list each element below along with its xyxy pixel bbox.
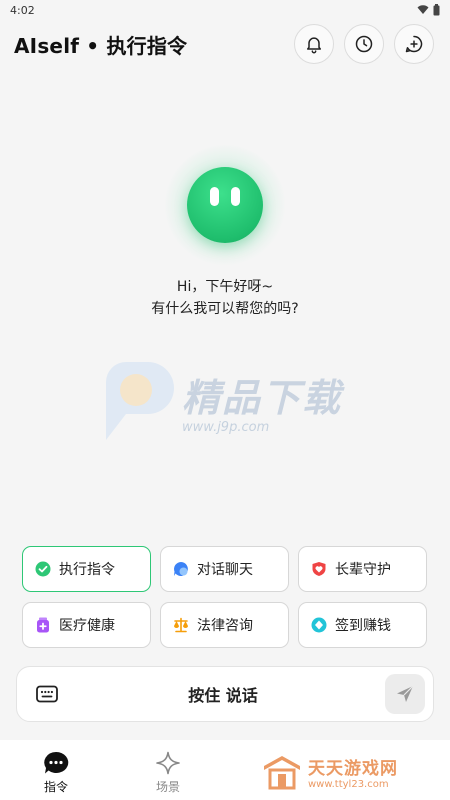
- diamond-icon: [311, 617, 327, 633]
- assistant-avatar[interactable]: [187, 167, 263, 243]
- avatar-left-eye: [210, 187, 219, 206]
- send-icon: [396, 685, 414, 702]
- keyboard-toggle-button[interactable]: [33, 680, 61, 708]
- chip-execute-command[interactable]: 执行指令: [22, 546, 151, 592]
- watermark-url: www.j9p.com: [182, 420, 270, 435]
- status-bar: 4:02: [0, 0, 450, 20]
- corner-watermark-logo-icon: [264, 756, 300, 790]
- chip-elder-care[interactable]: 长辈守护: [298, 546, 427, 592]
- corner-watermark-url: www.ttyl23.com: [308, 779, 389, 790]
- chip-label: 医疗健康: [59, 618, 115, 634]
- chip-chat[interactable]: 对话聊天: [160, 546, 289, 592]
- chip-legal-consult[interactable]: 法律咨询: [160, 602, 289, 648]
- chip-checkin-earn[interactable]: 签到赚钱: [298, 602, 427, 648]
- hold-to-talk-label[interactable]: 按住 说话: [188, 682, 258, 706]
- chip-label: 法律咨询: [197, 618, 253, 634]
- chat-plus-icon: [405, 35, 423, 53]
- new-chat-button[interactable]: [394, 24, 434, 64]
- watermark-text-group: 精品下载 www.j9p.com: [182, 367, 342, 435]
- page-title: AIself • 执行指令: [14, 33, 188, 58]
- chat-bubble-icon: [174, 562, 188, 576]
- nav-label: 场景: [155, 780, 180, 794]
- watermark-logo-icon: [106, 362, 174, 440]
- chip-label: 对话聊天: [197, 562, 253, 578]
- quick-actions: 执行指令 对话聊天 长辈守护 医疗健康 法律咨询 签到赚钱: [22, 546, 428, 648]
- avatar-right-eye: [231, 187, 240, 206]
- chip-label: 执行指令: [59, 562, 115, 578]
- app-header: AIself • 执行指令: [0, 22, 450, 66]
- assistant-avatar-glow: [165, 145, 285, 265]
- status-time: 4:02: [10, 3, 35, 17]
- scales-icon: [174, 617, 188, 633]
- greeting-line-2: 有什么我可以帮您的吗?: [151, 301, 299, 317]
- nav-item-commands[interactable]: 指令: [0, 740, 112, 795]
- greeting-line-1: Hi，下午好呀~: [176, 279, 274, 295]
- clock-icon: [355, 35, 373, 53]
- check-circle-icon: [35, 561, 51, 577]
- battery-icon: [433, 4, 440, 16]
- nav-item-scenes[interactable]: 场景: [112, 740, 224, 795]
- medicine-icon: [37, 617, 49, 633]
- heart-shield-icon: [312, 562, 326, 576]
- header-actions: [294, 24, 434, 64]
- keyboard-icon: [36, 685, 58, 703]
- status-icons: [417, 4, 440, 16]
- greeting: Hi，下午好呀~ 有什么我可以帮您的吗?: [0, 276, 450, 320]
- chip-label: 长辈守护: [335, 562, 391, 578]
- chip-label: 签到赚钱: [335, 618, 391, 634]
- wifi-icon: [417, 5, 429, 14]
- chat-dots-icon: [44, 751, 69, 774]
- chip-medical-health[interactable]: 医疗健康: [22, 602, 151, 648]
- corner-watermark-text: 天天游戏网 www.ttyl23.com: [308, 754, 398, 790]
- site-watermark: 精品下载 www.j9p.com: [98, 356, 358, 446]
- history-button[interactable]: [344, 24, 384, 64]
- corner-watermark-title: 天天游戏网: [308, 759, 398, 779]
- send-button[interactable]: [384, 674, 425, 714]
- notifications-button[interactable]: [294, 24, 334, 64]
- sparkle-icon: [156, 751, 180, 775]
- bell-icon: [307, 37, 321, 54]
- nav-label: 指令: [43, 780, 68, 794]
- voice-input-bar[interactable]: 按住 说话: [16, 666, 434, 722]
- corner-watermark: 天天游戏网 www.ttyl23.com: [262, 752, 432, 792]
- watermark-title: 精品下载: [182, 376, 343, 420]
